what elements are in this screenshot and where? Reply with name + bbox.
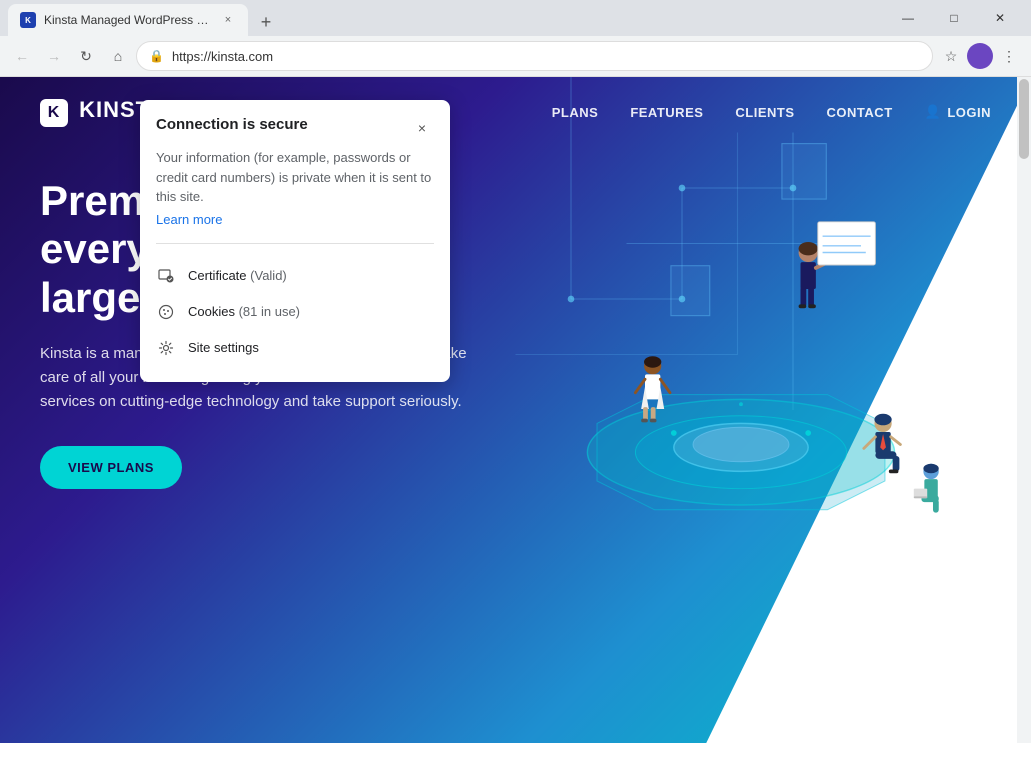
lock-icon: 🔒: [149, 49, 164, 63]
logo-icon: K: [40, 99, 68, 127]
learn-more-link[interactable]: Learn more: [156, 212, 222, 227]
popup-header: Connection is secure ×: [156, 116, 434, 140]
site-settings-item[interactable]: Site settings: [156, 330, 434, 366]
site-settings-label: Site settings: [188, 340, 259, 355]
cookies-icon: [156, 302, 176, 322]
refresh-button[interactable]: ↻: [72, 42, 100, 70]
tab-close-button[interactable]: ×: [220, 12, 236, 28]
login-button[interactable]: 👤 LOGIN: [925, 104, 991, 120]
view-plans-button[interactable]: VIEW PLANS: [40, 446, 182, 489]
nav-links: PLANS FEATURES CLIENTS CONTACT 👤 LOGIN: [552, 104, 991, 120]
popup-close-button[interactable]: ×: [410, 116, 434, 140]
certificate-icon: [156, 266, 176, 286]
popup-title: Connection is secure: [156, 116, 308, 133]
forward-button[interactable]: →: [40, 42, 68, 70]
bookmark-button[interactable]: ☆: [937, 42, 965, 70]
address-bar[interactable]: 🔒 https://kinsta.com: [136, 41, 933, 71]
minimize-button[interactable]: —: [885, 0, 931, 36]
nav-features[interactable]: FEATURES: [630, 105, 703, 120]
nav-contact[interactable]: CONTACT: [827, 105, 893, 120]
cookies-item[interactable]: Cookies (81 in use): [156, 294, 434, 330]
tab-favicon: K: [20, 12, 36, 28]
nav-plans[interactable]: PLANS: [552, 105, 599, 120]
browser-tab[interactable]: K Kinsta Managed WordPress Hos… ×: [8, 4, 248, 36]
settings-icon: [156, 338, 176, 358]
scrollbar[interactable]: [1017, 77, 1031, 743]
cookies-label: Cookies (81 in use): [188, 304, 300, 319]
home-button[interactable]: ⌂: [104, 42, 132, 70]
menu-button[interactable]: ⋮: [995, 42, 1023, 70]
close-window-button[interactable]: ✕: [977, 0, 1023, 36]
popup-description: Your information (for example, passwords…: [156, 148, 434, 207]
profile-button[interactable]: [967, 43, 993, 69]
security-popup: Connection is secure × Your information …: [140, 100, 450, 382]
maximize-button[interactable]: □: [931, 0, 977, 36]
certificate-label: Certificate (Valid): [188, 268, 287, 283]
new-tab-button[interactable]: +: [252, 8, 280, 36]
hero-illustration: [501, 97, 981, 617]
back-button[interactable]: ←: [8, 42, 36, 70]
nav-clients[interactable]: CLIENTS: [735, 105, 794, 120]
tab-title: Kinsta Managed WordPress Hos…: [44, 13, 212, 27]
url-text: https://kinsta.com: [172, 49, 920, 64]
login-icon: 👤: [925, 104, 942, 120]
certificate-item[interactable]: Certificate (Valid): [156, 258, 434, 294]
popup-divider: [156, 243, 434, 244]
